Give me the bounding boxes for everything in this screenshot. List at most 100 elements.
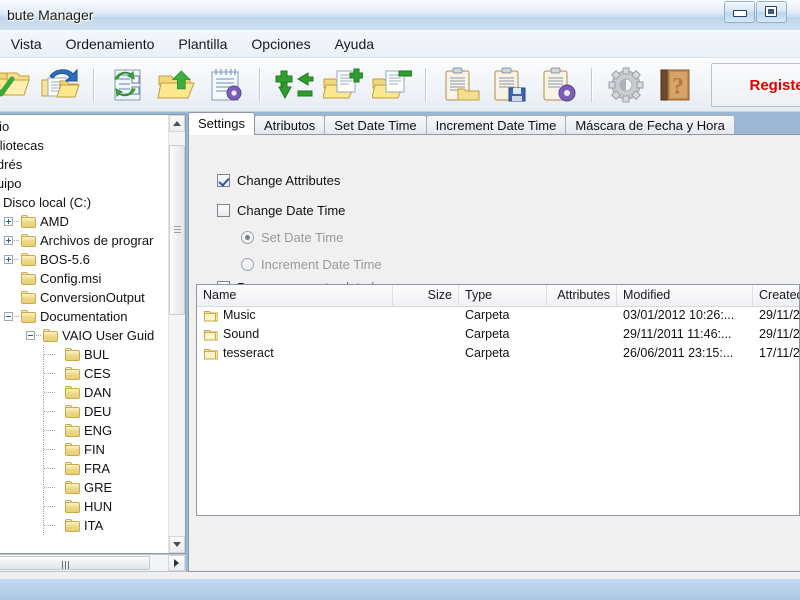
menu-item-opciones[interactable]: Opciones: [239, 32, 322, 56]
svg-text:?: ?: [672, 74, 684, 100]
maximize-icon: [765, 6, 777, 17]
table-row[interactable]: Music Carpeta 03/01/2012 10:26:... 29/11/2: [197, 306, 799, 325]
notepad-settings-button[interactable]: [202, 62, 249, 108]
tree-node[interactable]: DEU: [0, 402, 159, 421]
menu-item-vista[interactable]: Vista: [0, 32, 54, 56]
change-date-time-checkbox[interactable]: [217, 204, 230, 217]
tree-connector-line: [44, 392, 56, 393]
import-folders-button[interactable]: [36, 62, 83, 108]
tree-hscroll-right-button[interactable]: [168, 555, 185, 571]
tree-node[interactable]: FRA: [0, 459, 159, 478]
cell-modified: 03/01/2012 10:26:...: [623, 308, 735, 322]
tree-node[interactable]: Equipo: [0, 174, 159, 193]
tab-m-scara-de-fecha-y-hora[interactable]: Máscara de Fecha y Hora: [565, 115, 735, 135]
file-list-header[interactable]: Name Size Type Attributes Modified Created: [197, 285, 799, 307]
tree-node[interactable]: CES: [0, 364, 159, 383]
menu-items: o Vista Ordenamiento Plantilla Opciones …: [0, 30, 386, 58]
maximize-button[interactable]: [756, 1, 787, 23]
expand-node-icon[interactable]: [4, 236, 13, 245]
tree-node[interactable]: DAN: [0, 383, 159, 402]
expand-node-icon[interactable]: [4, 255, 13, 264]
open-folder-up-button[interactable]: [153, 62, 200, 108]
tab-increment-date-time[interactable]: Increment Date Time: [425, 115, 567, 135]
minimize-button[interactable]: [724, 1, 755, 23]
add-remove-button[interactable]: [270, 62, 317, 108]
folder-icon: [65, 500, 80, 513]
folder-icon: [203, 347, 219, 360]
tree-node[interactable]: BOS-5.6: [0, 250, 159, 269]
set-date-time-row[interactable]: Set Date Time: [241, 230, 343, 245]
folder-tree-panel[interactable]: itorio Bibliotecas Andrés Equipo Disco local…: [0, 114, 186, 554]
tab-set-date-time[interactable]: Set Date Time: [324, 115, 427, 135]
toolbar-buttons: ? Register: [0, 58, 800, 112]
column-header-type[interactable]: Type: [459, 285, 547, 306]
window-title: bute Manager: [7, 7, 94, 23]
collapse-node-icon[interactable]: [4, 312, 13, 321]
tree-scroll-thumb[interactable]: [169, 145, 185, 315]
tree-node[interactable]: Config.msi: [0, 269, 159, 288]
help-button[interactable]: ?: [651, 62, 698, 108]
column-header-modified[interactable]: Modified: [617, 285, 753, 306]
tree-node[interactable]: Disco local (C:): [0, 193, 159, 212]
column-header-name[interactable]: Name: [197, 285, 393, 306]
add-folder-button[interactable]: [319, 62, 366, 108]
table-row[interactable]: tesseract Carpeta 26/06/2011 23:15:... 17/1…: [197, 344, 799, 363]
clipboard-save-button[interactable]: [485, 62, 532, 108]
tab-atributos[interactable]: Atributos: [253, 115, 326, 135]
tree-node-label: DEU: [84, 404, 112, 419]
increment-date-time-row[interactable]: Increment Date Time: [241, 257, 382, 272]
tree-node[interactable]: Bibliotecas: [0, 136, 159, 155]
column-header-size[interactable]: Size: [393, 285, 459, 306]
tree-node-label: AMD: [40, 214, 69, 229]
tree-node[interactable]: itorio: [0, 117, 159, 136]
tree-node-label: GRE: [84, 480, 113, 495]
menu-item-ordenamiento[interactable]: Ordenamiento: [54, 32, 167, 56]
apply-folder-check-button[interactable]: [0, 62, 34, 108]
set-date-time-radio[interactable]: [241, 231, 254, 244]
cell-size: [399, 306, 465, 325]
tree-node[interactable]: ConversionOutput: [0, 288, 159, 307]
tree-node[interactable]: HUN: [0, 497, 159, 516]
tree-node[interactable]: Andrés: [0, 155, 159, 174]
clipboard-settings-button[interactable]: [534, 62, 581, 108]
tree-hscroll-thumb[interactable]: [0, 556, 150, 570]
remove-folder-button[interactable]: [368, 62, 415, 108]
options-button[interactable]: [602, 62, 649, 108]
folder-tree[interactable]: itorio Bibliotecas Andrés Equipo Disco local…: [0, 117, 159, 535]
change-date-time-row[interactable]: Change Date Time: [217, 203, 345, 218]
change-attributes-row[interactable]: Change Attributes: [217, 173, 340, 188]
table-row[interactable]: Sound Carpeta 29/11/2011 11:46:... 29/11/2: [197, 325, 799, 344]
column-header-created[interactable]: Created: [753, 285, 799, 306]
collapse-node-icon[interactable]: [26, 331, 35, 340]
register-button[interactable]: Register: [711, 63, 800, 107]
tree-node[interactable]: AMD: [0, 212, 159, 231]
tab-strip[interactable]: Settings Atributos Set Date Time Increment …: [188, 112, 735, 135]
tree-node[interactable]: BUL: [0, 345, 159, 364]
menu-item-ayuda[interactable]: Ayuda: [323, 32, 386, 56]
tree-vertical-scrollbar[interactable]: [168, 115, 185, 553]
increment-date-time-radio[interactable]: [241, 258, 254, 271]
toolbar-separator-4: [591, 68, 592, 102]
tree-node[interactable]: FIN: [0, 440, 159, 459]
file-list-rows[interactable]: Music Carpeta 03/01/2012 10:26:... 29/11/2 S…: [197, 306, 799, 515]
tree-connector-line: [44, 487, 56, 488]
tree-node[interactable]: Documentation: [0, 307, 159, 326]
column-header-attributes[interactable]: Attributes: [547, 285, 617, 306]
tree-scroll-down-button[interactable]: [169, 536, 185, 553]
set-date-time-label: Set Date Time: [261, 230, 344, 245]
tab-settings[interactable]: Settings: [188, 112, 255, 135]
folder-icon: [203, 328, 219, 341]
refresh-document-button[interactable]: [104, 62, 151, 108]
tree-horizontal-scrollbar[interactable]: [0, 554, 186, 572]
tree-node[interactable]: ENG: [0, 421, 159, 440]
tree-node[interactable]: Archivos de prograr: [0, 231, 159, 250]
file-list[interactable]: Name Size Type Attributes Modified Created Mu…: [196, 284, 800, 516]
tree-scroll-up-button[interactable]: [169, 115, 185, 132]
tree-node[interactable]: VAIO User Guid: [0, 326, 159, 345]
change-attributes-checkbox[interactable]: [217, 174, 230, 187]
tree-node[interactable]: ITA: [0, 516, 159, 535]
menu-item-plantilla[interactable]: Plantilla: [166, 32, 239, 56]
clipboard-open-button[interactable]: [436, 62, 483, 108]
expand-node-icon[interactable]: [4, 217, 13, 226]
tree-node[interactable]: GRE: [0, 478, 159, 497]
